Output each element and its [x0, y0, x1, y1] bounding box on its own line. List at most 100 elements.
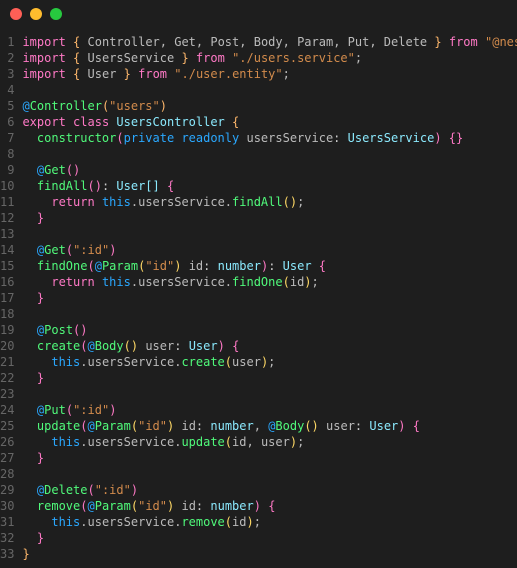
code-line[interactable]: import { User } from "./user.entity"; — [22, 66, 517, 82]
editor-window: 1234567891011121314151617181920212223242… — [0, 0, 517, 568]
zoom-icon[interactable] — [50, 8, 62, 20]
code-line[interactable]: } — [22, 210, 517, 226]
code-line[interactable]: this.usersService.remove(id); — [22, 514, 517, 530]
code-line[interactable]: @Put(":id") — [22, 402, 517, 418]
code-line[interactable] — [22, 306, 517, 322]
token-paren2: ( — [283, 275, 290, 289]
code-line[interactable]: } — [22, 450, 517, 466]
token-brace2: ) — [131, 483, 138, 497]
token-name-method: create — [181, 355, 224, 369]
code-line[interactable]: @Get() — [22, 162, 517, 178]
token-decorator-name: Put — [44, 403, 66, 417]
token-string: "users" — [109, 99, 160, 113]
token-punct — [22, 435, 51, 449]
token-brace2: ( — [88, 483, 95, 497]
code-line[interactable]: remove(@Param("id") id: number) { — [22, 498, 517, 514]
token-ident: usersService — [138, 195, 225, 209]
token-punct: : — [174, 339, 188, 353]
minimize-icon[interactable] — [30, 8, 42, 20]
token-decorator-name: Param — [95, 499, 131, 513]
code-editor[interactable]: 1234567891011121314151617181920212223242… — [0, 28, 517, 568]
line-number: 31 — [0, 514, 14, 530]
token-ident: id — [232, 435, 246, 449]
token-paren2: () — [124, 339, 138, 353]
token-brace2: } — [37, 211, 44, 225]
token-semi: ; — [312, 275, 319, 289]
line-number: 18 — [0, 306, 14, 322]
token-name-method: update — [37, 419, 80, 433]
token-brace2: ( — [80, 339, 87, 353]
code-line[interactable] — [22, 226, 517, 242]
token-punct — [181, 259, 188, 273]
token-brace2: ) — [254, 499, 261, 513]
line-number: 33 — [0, 546, 14, 562]
token-ident: Get — [174, 35, 196, 49]
token-brace2: ) — [434, 131, 441, 145]
line-number: 20 — [0, 338, 14, 354]
code-line[interactable]: } — [22, 370, 517, 386]
code-line[interactable]: @Post() — [22, 322, 517, 338]
code-line[interactable]: @Get(":id") — [22, 242, 517, 258]
code-line[interactable]: @Delete(":id") — [22, 482, 517, 498]
code-line[interactable]: findAll(): User[] { — [22, 178, 517, 194]
code-line[interactable]: import { UsersService } from "./users.se… — [22, 50, 517, 66]
token-kw-import: import — [22, 51, 65, 65]
code-line[interactable]: @Controller("users") — [22, 98, 517, 114]
token-brace2: { — [319, 259, 326, 273]
token-punct — [22, 323, 36, 337]
line-number: 1 — [0, 34, 14, 50]
line-number-gutter: 1234567891011121314151617181920212223242… — [0, 34, 22, 562]
code-line[interactable]: } — [22, 546, 517, 562]
token-paren2: () — [304, 419, 318, 433]
line-number: 22 — [0, 370, 14, 386]
token-param-name: id — [181, 419, 195, 433]
token-ident: usersService — [88, 355, 175, 369]
code-line[interactable] — [22, 82, 517, 98]
token-string: ":id" — [73, 243, 109, 257]
code-line[interactable]: this.usersService.update(id, user); — [22, 434, 517, 450]
token-punct: : — [268, 259, 282, 273]
token-ident: Put — [348, 35, 370, 49]
token-decorator-at: @ — [88, 499, 95, 513]
line-number: 28 — [0, 466, 14, 482]
token-ident: usersService — [138, 275, 225, 289]
code-line[interactable] — [22, 466, 517, 482]
code-line[interactable]: update(@Param("id") id: number, @Body() … — [22, 418, 517, 434]
code-line[interactable]: constructor(private readonly usersServic… — [22, 130, 517, 146]
code-line[interactable] — [22, 386, 517, 402]
token-comma: , — [254, 419, 268, 433]
line-number: 24 — [0, 402, 14, 418]
token-punct — [22, 131, 36, 145]
token-brace2: ( — [116, 131, 123, 145]
code-line[interactable]: export class UsersController { — [22, 114, 517, 130]
token-punct — [189, 51, 196, 65]
token-punct — [22, 259, 36, 273]
token-decorator-at: @ — [95, 259, 102, 273]
token-ident: usersService — [88, 435, 175, 449]
token-dot: . — [131, 275, 138, 289]
code-line[interactable]: import { Controller, Get, Post, Body, Pa… — [22, 34, 517, 50]
code-line[interactable]: create(@Body() user: User) { — [22, 338, 517, 354]
code-line[interactable]: return this.usersService.findAll(); — [22, 194, 517, 210]
token-kw-this: this — [51, 355, 80, 369]
token-brace2: { — [167, 179, 174, 193]
token-kw-import: import — [22, 67, 65, 81]
token-decorator-at: @ — [22, 99, 29, 113]
token-decorator-name: Controller — [30, 99, 102, 113]
token-string: ":id" — [95, 483, 131, 497]
close-icon[interactable] — [10, 8, 22, 20]
code-line[interactable] — [22, 146, 517, 162]
code-line[interactable]: this.usersService.create(user); — [22, 354, 517, 370]
token-name-type: number — [218, 259, 261, 273]
token-decorator-name: Param — [95, 419, 131, 433]
code-content[interactable]: import { Controller, Get, Post, Body, Pa… — [22, 34, 517, 562]
token-semi: ; — [355, 51, 362, 65]
token-name-type: User — [116, 179, 145, 193]
code-line[interactable]: } — [22, 530, 517, 546]
token-brace2: ( — [87, 259, 94, 273]
token-decorator-at: @ — [88, 339, 95, 353]
code-line[interactable]: } — [22, 290, 517, 306]
code-line[interactable]: findOne(@Param("id") id: number): User { — [22, 258, 517, 274]
code-line[interactable]: return this.usersService.findOne(id); — [22, 274, 517, 290]
token-punct: : — [203, 259, 217, 273]
